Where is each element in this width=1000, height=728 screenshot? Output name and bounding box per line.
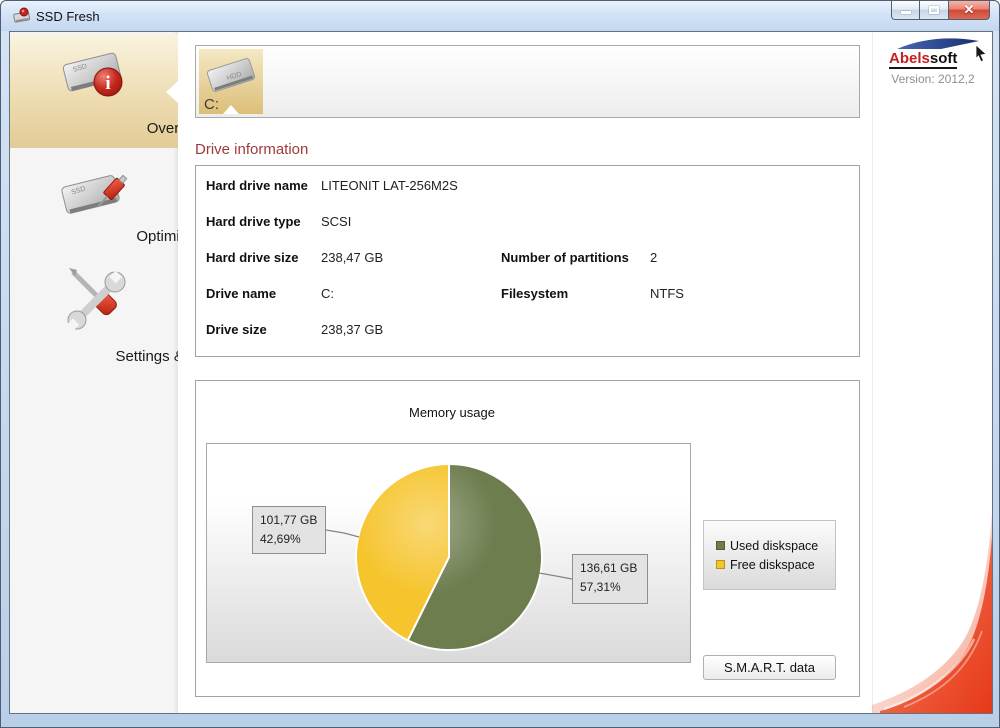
drive-tile-c[interactable]: HDD C: xyxy=(199,49,263,114)
smart-data-button[interactable]: S.M.A.R.T. data xyxy=(703,655,836,680)
app-window: SSD Fresh ✕ xyxy=(0,0,1000,728)
memory-usage-panel: Memory usage 101,77 GB 42,69% xyxy=(195,380,860,697)
info-field-label: Hard drive name xyxy=(206,178,308,193)
legend-item-free: Free diskspace xyxy=(716,558,835,572)
info-field-value: LITEONIT LAT-256M2S xyxy=(321,178,458,193)
info-field-value: 238,47 GB xyxy=(321,250,383,265)
callout-used-diskspace: 136,61 GB 57,31% xyxy=(572,554,648,604)
close-icon: ✕ xyxy=(949,2,989,18)
pie-shading xyxy=(356,464,542,650)
legend-item-used: Used diskspace xyxy=(716,539,835,553)
legend-label: Used diskspace xyxy=(730,539,818,553)
app-icon xyxy=(13,7,31,24)
section-heading-drive-information: Drive information xyxy=(195,141,308,158)
svg-text:i: i xyxy=(105,73,110,94)
info-field-label: Hard drive size xyxy=(206,250,299,265)
callout-percent: 57,31% xyxy=(580,578,647,597)
ssd-syringe-icon: SSD xyxy=(55,166,133,224)
drive-selector: HDD C: xyxy=(195,45,860,118)
chart-title: Memory usage xyxy=(196,405,708,420)
maximize-button[interactable] xyxy=(920,1,949,20)
logo-text: Abelssoft xyxy=(889,50,957,69)
client-area: SSD i Overview SSD xyxy=(9,31,993,714)
ssd-info-icon: SSD i xyxy=(55,44,133,104)
chart-legend: Used diskspace Free diskspace xyxy=(703,520,836,590)
callout-free-diskspace: 101,77 GB 42,69% xyxy=(252,506,326,554)
selected-drive-pointer xyxy=(223,105,239,114)
tools-icon xyxy=(55,262,133,336)
active-item-notch xyxy=(166,81,178,103)
info-field-label: Hard drive type xyxy=(206,214,301,229)
close-button[interactable]: ✕ xyxy=(949,1,990,20)
window-title: SSD Fresh xyxy=(36,9,100,24)
drive-letter: C: xyxy=(204,96,219,113)
sidebar-item-overview[interactable]: SSD i Overview xyxy=(10,34,178,148)
pie-chart xyxy=(349,457,549,657)
info-field-value: 238,37 GB xyxy=(321,322,383,337)
legend-marker-used xyxy=(716,541,725,550)
minimize-icon xyxy=(901,11,911,14)
abelssoft-logo: Abelssoft xyxy=(883,36,987,68)
info-field-value: C: xyxy=(321,286,334,301)
sidebar-item-optimization[interactable]: SSD Optimization xyxy=(10,164,178,256)
callout-value: 136,61 GB xyxy=(580,559,647,578)
info-field-label: Drive name xyxy=(206,286,276,301)
title-bar: SSD Fresh ✕ xyxy=(1,1,999,31)
callout-percent: 42,69% xyxy=(260,530,325,549)
minimize-button[interactable] xyxy=(891,1,920,20)
sidebar: SSD i Overview SSD xyxy=(10,32,178,713)
main-content: HDD C: Drive information Hard drive name… xyxy=(178,32,872,713)
cursor-arrow-icon xyxy=(975,45,989,63)
info-field-value: SCSI xyxy=(321,214,351,229)
logo-swoosh-icon xyxy=(895,36,981,50)
hdd-icon: HDD xyxy=(202,52,260,98)
sidebar-item-settings-support[interactable]: Settings & Support xyxy=(10,260,178,372)
legend-marker-free xyxy=(716,560,725,569)
window-controls: ✕ xyxy=(891,1,990,20)
legend-label: Free diskspace xyxy=(730,558,815,572)
right-panel: Abelssoft Version: 2012,2 xyxy=(872,32,993,713)
red-swoosh-decoration xyxy=(872,443,993,713)
drive-info-box: Hard drive name LITEONIT LAT-256M2S Hard… xyxy=(195,165,860,357)
info-field-label: Filesystem xyxy=(501,286,568,301)
info-field-value: 2 xyxy=(650,250,657,265)
version-label: Version: 2012,2 xyxy=(873,72,993,86)
info-field-label: Drive size xyxy=(206,322,267,337)
info-field-label: Number of partitions xyxy=(501,250,629,265)
maximize-icon xyxy=(929,6,939,14)
callout-value: 101,77 GB xyxy=(260,511,325,530)
info-field-value: NTFS xyxy=(650,286,684,301)
